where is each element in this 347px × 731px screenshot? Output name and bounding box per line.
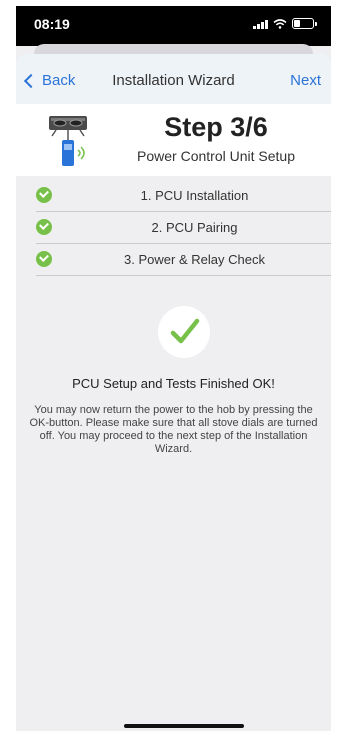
status-icons [253,18,317,29]
step-label: 2. PCU Pairing [151,220,238,235]
next-button[interactable]: Next [290,72,321,89]
success-check-icon [158,306,210,358]
navigation-bar: Back Installation Wizard Next [16,54,331,104]
result-description: You may now return the power to the hob … [29,404,318,455]
checkmark-circle-icon [36,187,52,203]
step-row: 2. PCU Pairing [36,212,331,244]
phone-screen: 08:19 Back Installation Wizard Next Step… [16,6,331,731]
battery-icon [292,18,314,29]
result-title: PCU Setup and Tests Finished OK! [72,376,275,391]
signal-icon [253,19,268,29]
step-subtitle: Power Control Unit Setup [137,148,295,164]
step-label: 3. Power & Relay Check [124,252,265,267]
battery-tip [315,21,317,26]
step-list: 1. PCU Installation 2. PCU Pairing 3. Po… [36,180,331,276]
home-indicator[interactable] [124,724,244,728]
step-label: 1. PCU Installation [140,188,249,203]
step-header: Step 3/6 Power Control Unit Setup [16,104,331,176]
checkmark-circle-icon [36,219,52,235]
status-time: 08:19 [34,16,70,32]
step-row: 1. PCU Installation [36,180,331,212]
status-bar: 08:19 [16,6,331,46]
step-row: 3. Power & Relay Check [36,244,331,276]
wifi-icon [273,18,287,29]
pcu-device-icon [49,116,87,166]
checkmark-circle-icon [36,251,52,267]
nav-title: Installation Wizard [112,72,235,89]
step-title: Step 3/6 [164,112,268,142]
